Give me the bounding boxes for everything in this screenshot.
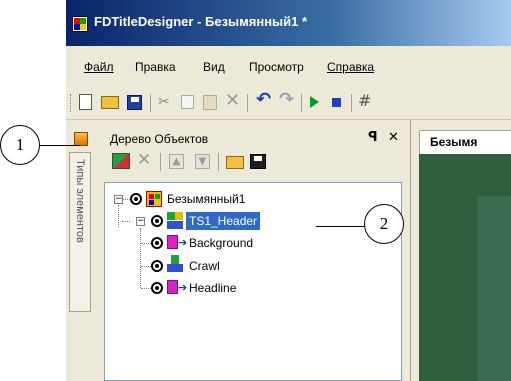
side-tab-label: Типы элементов <box>74 159 86 243</box>
move-down-icon[interactable]: ▼ <box>195 154 210 169</box>
stop-icon[interactable] <box>332 98 341 107</box>
toolbox-icon[interactable] <box>74 132 88 146</box>
save-icon[interactable] <box>127 95 142 110</box>
preview-inner-region <box>477 196 511 381</box>
tree-header-label[interactable]: TS1_Header <box>186 212 261 230</box>
background-element-icon <box>167 235 178 249</box>
callout-2: 2 <box>364 204 404 244</box>
delete-icon[interactable]: ✕ <box>225 92 241 110</box>
background-visibility-icon[interactable] <box>151 237 163 249</box>
headline-element-icon <box>167 280 178 294</box>
menu-view[interactable]: Вид <box>203 60 225 74</box>
object-tree-panel: Дерево Объектов ꟼ ✕ ✕ ▲ ▼ − Безымянный1 … <box>96 120 410 381</box>
menu-edit[interactable]: Правка <box>135 60 176 74</box>
toolbar-grip <box>70 94 73 112</box>
copy-icon[interactable] <box>181 95 194 109</box>
document-area: Безымя <box>410 120 511 381</box>
object-tree: − Безымянный1 − TS1_Header ➔ Background … <box>104 182 402 381</box>
app-icon <box>72 16 88 32</box>
crawl-visibility-icon[interactable] <box>151 260 163 272</box>
side-tab-strip: Типы элементов <box>66 120 96 381</box>
root-visibility-icon[interactable] <box>130 193 142 205</box>
crawl-element-icon <box>167 255 183 273</box>
paste-icon[interactable] <box>203 95 217 110</box>
window-title: FDTitleDesigner - Безымянный1 * <box>94 14 308 29</box>
callout-1: 1 <box>0 125 40 165</box>
panel-toolbar: ✕ ▲ ▼ <box>110 150 400 176</box>
add-element-icon[interactable] <box>112 153 130 169</box>
tree-root-label[interactable]: Безымянный1 <box>167 191 245 207</box>
header-visibility-icon[interactable] <box>151 215 163 227</box>
open-template-icon[interactable] <box>226 156 244 169</box>
side-tab-element-types[interactable]: Типы элементов <box>69 152 91 312</box>
play-icon[interactable] <box>310 96 319 108</box>
callout-2-leader <box>316 226 364 227</box>
menu-help[interactable]: Справка <box>327 60 374 74</box>
scene-icon <box>167 212 183 230</box>
move-up-icon[interactable]: ▲ <box>169 154 184 169</box>
doc-tab-label: Безымя <box>430 135 478 149</box>
tree-child-background[interactable]: Background <box>189 235 253 251</box>
close-panel-icon[interactable]: ✕ <box>388 130 399 145</box>
open-folder-icon[interactable] <box>101 96 119 109</box>
tree-child-headline[interactable]: Headline <box>189 280 236 296</box>
title-bar: FDTitleDesigner - Безымянный1 * <box>66 0 511 46</box>
root-expander[interactable]: − <box>114 195 123 204</box>
pin-icon[interactable]: ꟼ <box>368 130 378 145</box>
save-template-icon[interactable] <box>250 154 266 169</box>
project-icon <box>146 191 162 207</box>
header-expander[interactable]: − <box>136 217 145 226</box>
panel-header: Дерево Объектов ꟼ ✕ <box>96 130 410 150</box>
tree-child-crawl[interactable]: Crawl <box>189 258 220 274</box>
undo-icon[interactable]: ↶ <box>256 91 272 109</box>
cut-icon[interactable]: ✂ <box>158 94 172 110</box>
doc-tab[interactable]: Безымя <box>419 130 511 154</box>
callout-1-leader <box>40 145 80 146</box>
menu-file[interactable]: Файл <box>84 60 114 74</box>
menu-preview[interactable]: Просмотр <box>249 60 304 74</box>
menu-bar: Файл Правка Вид Просмотр Справка <box>66 46 511 86</box>
new-file-icon[interactable] <box>79 94 92 110</box>
preview-canvas[interactable] <box>419 154 511 381</box>
panel-title: Дерево Объектов <box>110 132 209 146</box>
headline-visibility-icon[interactable] <box>151 282 163 294</box>
remove-element-icon[interactable]: ✕ <box>137 151 153 169</box>
grid-icon[interactable]: # <box>358 92 374 110</box>
toolbar: ✂ ✕ ↶ ↷ # <box>66 86 511 120</box>
redo-icon[interactable]: ↷ <box>279 91 295 109</box>
